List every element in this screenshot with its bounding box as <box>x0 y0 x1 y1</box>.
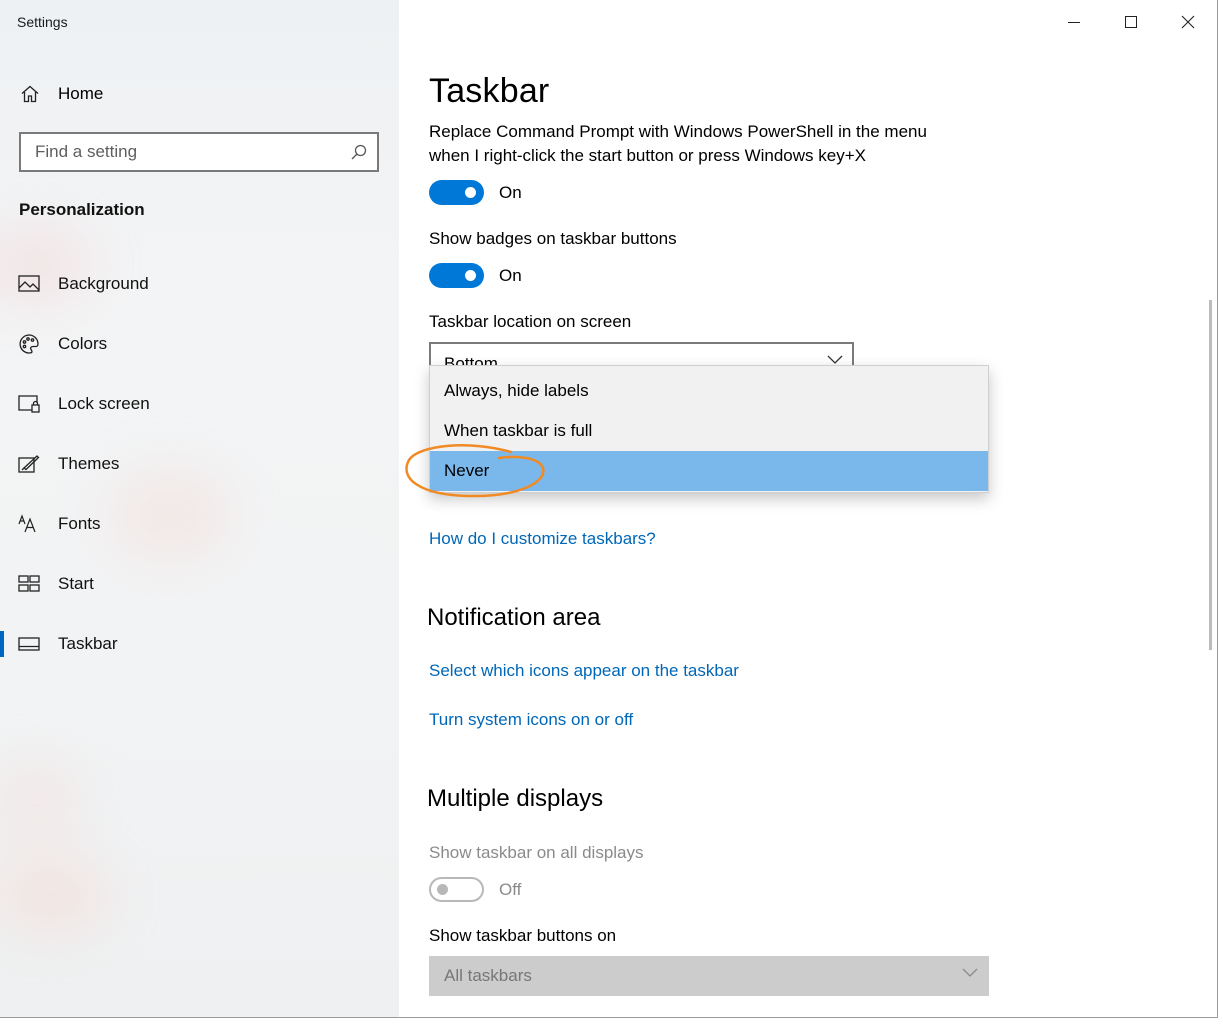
show-all-displays-label: Show taskbar on all displays <box>429 843 644 862</box>
settings-window: Settings Home Personalization <box>0 0 1218 1018</box>
section-heading: Personalization <box>19 200 145 219</box>
taskbar-icon <box>18 633 40 655</box>
picture-icon <box>18 273 40 295</box>
badges-toggle[interactable] <box>429 263 484 288</box>
dropdown-option-when-full[interactable]: When taskbar is full <box>430 411 988 451</box>
search-box[interactable] <box>19 132 379 172</box>
sidebar-item-themes[interactable]: Themes <box>0 434 399 494</box>
toggle-knob <box>437 884 448 895</box>
maximize-icon <box>1125 16 1137 28</box>
sidebar-item-label: Fonts <box>58 514 101 533</box>
app-title: Settings <box>17 14 68 30</box>
buttons-on-label: Show taskbar buttons on <box>429 926 617 945</box>
buttons-on-dropdown[interactable]: All taskbars <box>429 956 989 996</box>
close-icon <box>1181 15 1195 29</box>
sidebar-item-label: Taskbar <box>58 634 118 653</box>
search-input[interactable] <box>21 134 341 170</box>
powershell-setting-label-line1: Replace Command Prompt with Windows Powe… <box>429 122 927 141</box>
dropdown-option-always-hide-labels[interactable]: Always, hide labels <box>430 371 988 411</box>
powershell-setting-label-line2: when I right-click the start button or p… <box>429 146 866 165</box>
fonts-icon <box>18 513 40 535</box>
lock-screen-icon <box>18 393 40 415</box>
powershell-toggle-state: On <box>499 183 522 202</box>
combine-buttons-dropdown-list: Always, hide labels When taskbar is full… <box>429 365 989 493</box>
sidebar-item-taskbar[interactable]: Taskbar <box>0 614 399 674</box>
sidebar-item-background[interactable]: Background <box>0 254 399 314</box>
main-content: Taskbar Replace Command Prompt with Wind… <box>399 0 1217 1017</box>
page-title: Taskbar <box>429 72 550 110</box>
home-label: Home <box>58 84 104 103</box>
sidebar-item-start[interactable]: Start <box>0 554 399 614</box>
home-icon <box>18 82 42 106</box>
palette-icon <box>18 333 40 355</box>
badges-setting-label: Show badges on taskbar buttons <box>429 229 677 248</box>
close-button[interactable] <box>1165 6 1211 38</box>
show-all-displays-state: Off <box>499 880 522 899</box>
system-icons-link[interactable]: Turn system icons on or off <box>429 710 633 730</box>
sidebar-item-label: Colors <box>58 334 108 353</box>
location-setting-label: Taskbar location on screen <box>429 312 632 331</box>
minimize-button[interactable] <box>1051 6 1097 38</box>
sidebar-item-colors[interactable]: Colors <box>0 314 399 374</box>
scrollbar[interactable] <box>1209 300 1212 650</box>
sidebar-item-label: Background <box>58 274 149 293</box>
sidebar-item-label: Start <box>58 574 94 593</box>
show-all-displays-toggle[interactable] <box>429 877 484 902</box>
themes-icon <box>18 453 40 475</box>
sidebar-item-label: Themes <box>58 454 120 473</box>
sidebar-item-label: Lock screen <box>58 394 150 413</box>
maximize-button[interactable] <box>1108 6 1154 38</box>
sidebar-nav: Background Colors Lock screen Themes Fon… <box>0 254 399 674</box>
search-icon[interactable] <box>341 134 377 170</box>
home-nav-item[interactable]: Home <box>18 80 103 108</box>
select-icons-link[interactable]: Select which icons appear on the taskbar <box>429 661 739 681</box>
sidebar-item-fonts[interactable]: Fonts <box>0 494 399 554</box>
toggle-knob <box>465 270 476 281</box>
multiple-displays-heading: Multiple displays <box>427 785 604 812</box>
buttons-on-dropdown-value: All taskbars <box>444 966 532 985</box>
chevron-down-icon <box>961 965 979 983</box>
minimize-icon <box>1068 22 1080 23</box>
sidebar: Settings Home Personalization <box>0 0 399 1017</box>
start-icon <box>18 573 40 595</box>
dropdown-option-never[interactable]: Never <box>430 451 988 491</box>
badges-toggle-state: On <box>499 266 522 285</box>
sidebar-item-lock-screen[interactable]: Lock screen <box>0 374 399 434</box>
notification-area-heading: Notification area <box>427 604 601 631</box>
powershell-toggle[interactable] <box>429 180 484 205</box>
customize-taskbars-help-link[interactable]: How do I customize taskbars? <box>429 529 656 549</box>
toggle-knob <box>465 187 476 198</box>
